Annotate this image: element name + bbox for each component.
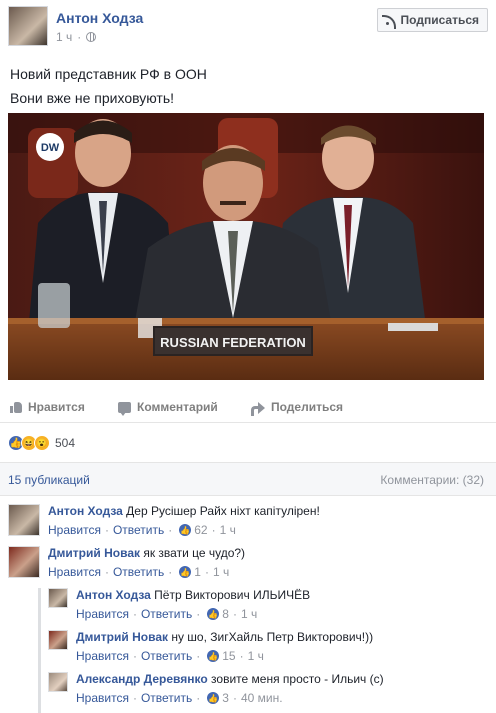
comment-body: Александр Деревянко зовите меня просто -… <box>76 672 384 686</box>
post-text-line: Новий представник РФ в ООН <box>10 66 207 82</box>
comment-text: Дер Русішер Райх ніхт капітулірен! <box>126 504 320 518</box>
share-label: Поделиться <box>271 400 344 414</box>
comment-author[interactable]: Дмитрий Новак <box>48 546 140 560</box>
action-bar: Нравится Комментарий Поделиться <box>0 393 496 423</box>
reply-item: Дмитрий Новак ну шо, ЗигХайль Петр Викто… <box>48 630 488 666</box>
wow-icon: 😮 <box>34 435 50 451</box>
reactions-summary[interactable]: 👍 😆 😮 504 <box>8 434 75 452</box>
comment-reply-link[interactable]: Ответить <box>141 649 192 663</box>
comment-like-link[interactable]: Нравится <box>76 607 129 621</box>
comment-meta: Нравится · Ответить · 👍 8 · 1 ч <box>76 607 258 621</box>
video-still: RUSSIAN FEDERATION DW <box>8 113 484 380</box>
like-icon: 👍 <box>207 692 220 704</box>
comment-reply-link[interactable]: Ответить <box>113 523 164 537</box>
comment-reply-link[interactable]: Ответить <box>141 607 192 621</box>
comment-item: Антон Ходза Дер Русішер Райх ніхт капіту… <box>8 504 488 540</box>
comment-like-count[interactable]: 8 <box>222 607 229 621</box>
commenter-avatar[interactable] <box>8 504 40 536</box>
comment-body: Дмитрий Новак ну шо, ЗигХайль Петр Викто… <box>76 630 373 644</box>
publications-link[interactable]: 15 публикаций <box>8 473 90 487</box>
reaction-count: 504 <box>55 436 76 450</box>
comment-like-link[interactable]: Нравится <box>76 691 129 705</box>
like-icon: 👍 <box>207 608 220 620</box>
comment-like-count[interactable]: 1 <box>194 565 201 579</box>
comment-time[interactable]: 1 ч <box>241 607 257 621</box>
like-icon: 👍 <box>179 566 192 578</box>
subscribe-label: Подписаться <box>400 13 479 27</box>
comment-item: Дмитрий Новак як звати це чудо?) Нравитс… <box>8 546 488 582</box>
comment-button[interactable]: Комментарий <box>118 400 218 416</box>
comments-count[interactable]: Комментарии: (32) <box>380 473 484 487</box>
share-button[interactable]: Поделиться <box>251 400 344 416</box>
comment-author[interactable]: Антон Ходза <box>48 504 123 518</box>
commenter-avatar[interactable] <box>48 630 68 650</box>
post-header: Антон Ходза 1 ч · Подписаться <box>8 6 488 48</box>
reply-thread-rail <box>38 588 41 713</box>
like-icon: 👍 <box>207 650 220 662</box>
commenter-avatar[interactable] <box>8 546 40 578</box>
comment-text: Пётр Викторович ИЛЬИЧЁВ <box>154 588 311 602</box>
like-label: Нравится <box>28 400 85 414</box>
comment-reply-link[interactable]: Ответить <box>141 691 192 705</box>
comment-like-link[interactable]: Нравится <box>76 649 129 663</box>
post-meta: 1 ч · <box>56 30 97 44</box>
commenter-avatar[interactable] <box>48 588 68 608</box>
comment-time[interactable]: 1 ч <box>213 565 229 579</box>
comment-like-count[interactable]: 3 <box>222 691 229 705</box>
thumb-up-icon <box>10 401 22 413</box>
post-text: Новий представник РФ в ООН Вони вже не п… <box>10 62 207 110</box>
comment-author[interactable]: Александр Деревянко <box>76 672 208 686</box>
reply-item: Антон Ходза Пётр Викторович ИЛЬИЧЁВ Нрав… <box>48 588 488 624</box>
post-time[interactable]: 1 ч <box>56 30 72 44</box>
commenter-avatar[interactable] <box>48 672 68 692</box>
comment-meta: Нравится · Ответить · 👍 15 · 1 ч <box>76 649 264 663</box>
author-name[interactable]: Антон Ходза <box>56 10 143 26</box>
meta-separator: · <box>77 30 82 44</box>
comment-meta: Нравится · Ответить · 👍 62 · 1 ч <box>48 523 236 537</box>
comment-text: як звати це чудо?) <box>143 546 246 560</box>
like-icon: 👍 <box>179 524 192 536</box>
rss-icon <box>381 15 396 29</box>
comment-time[interactable]: 40 мин. <box>241 691 283 705</box>
comment-body: Антон Ходза Дер Русішер Райх ніхт капіту… <box>48 504 320 518</box>
comment-meta: Нравится · Ответить · 👍 1 · 1 ч <box>48 565 230 579</box>
comment-body: Дмитрий Новак як звати це чудо?) <box>48 546 245 560</box>
comment-text: зовите меня просто - Ильич (с) <box>211 672 384 686</box>
dw-logo-text: DW <box>41 142 60 154</box>
author-avatar[interactable] <box>8 6 48 46</box>
comment-reply-link[interactable]: Ответить <box>113 565 164 579</box>
comment-body: Антон Ходза Пётр Викторович ИЛЬИЧЁВ <box>76 588 310 602</box>
post-image[interactable]: RUSSIAN FEDERATION DW <box>8 113 484 380</box>
comment-author[interactable]: Антон Ходза <box>76 588 151 602</box>
nameplate-text: RUSSIAN FEDERATION <box>160 335 306 350</box>
comment-meta: Нравится · Ответить · 👍 3 · 40 мин. <box>76 691 283 705</box>
subscribe-button[interactable]: Подписаться <box>376 8 488 32</box>
comment-author[interactable]: Дмитрий Новак <box>76 630 168 644</box>
comment-time[interactable]: 1 ч <box>248 649 264 663</box>
comment-like-link[interactable]: Нравится <box>48 523 101 537</box>
share-icon <box>251 401 265 416</box>
globe-icon <box>86 32 97 42</box>
comment-icon <box>118 401 131 416</box>
comments-summary: 15 публикаций Комментарии: (32) <box>0 462 496 496</box>
comment-like-link[interactable]: Нравится <box>48 565 101 579</box>
post-text-line: Вони вже не приховують! <box>10 90 175 106</box>
reply-item: Александр Деревянко зовите меня просто -… <box>48 672 488 708</box>
comment-time[interactable]: 1 ч <box>220 523 236 537</box>
like-button[interactable]: Нравится <box>10 400 85 414</box>
comment-text: ну шо, ЗигХайль Петр Викторович!)) <box>171 630 374 644</box>
comment-label: Комментарий <box>137 400 218 414</box>
comment-like-count[interactable]: 15 <box>222 649 235 663</box>
comment-like-count[interactable]: 62 <box>194 523 207 537</box>
